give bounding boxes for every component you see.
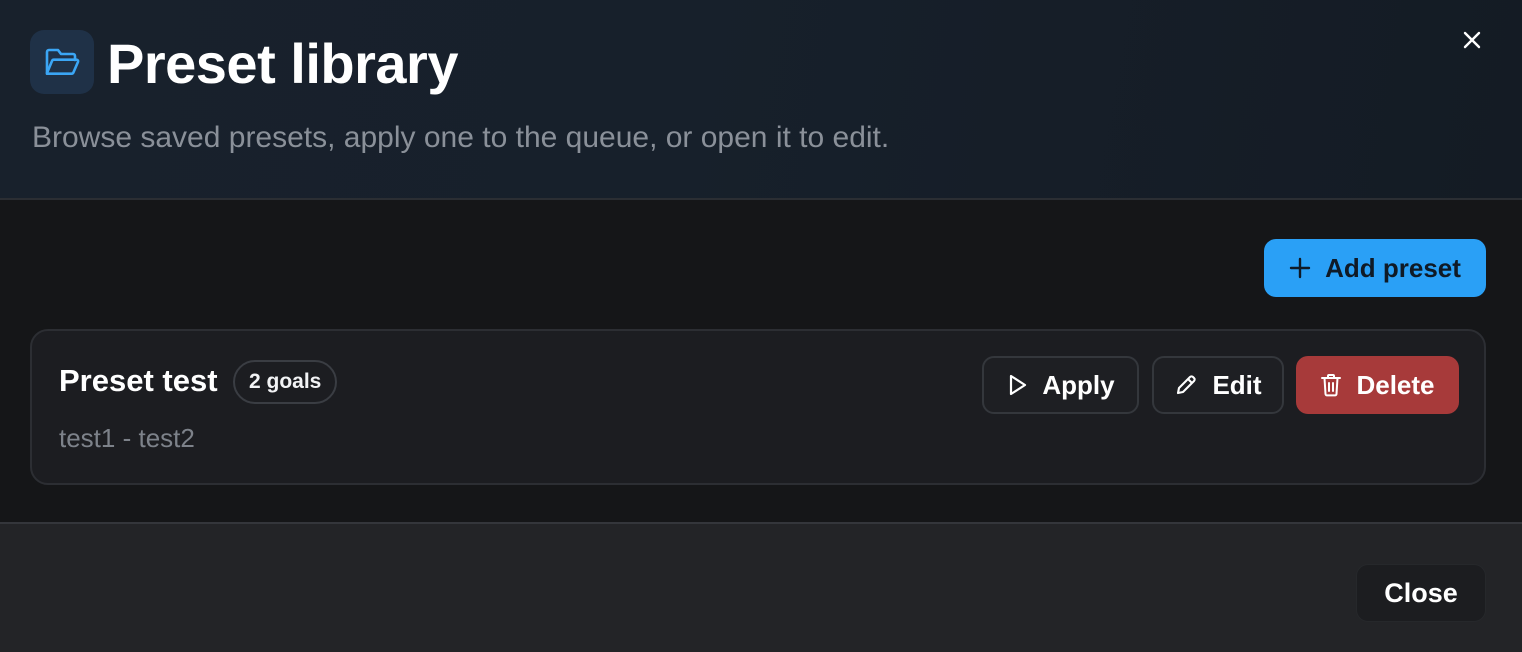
dialog-body: Add preset Preset test 2 goals test1 - t… [0,200,1522,522]
folder-open-icon [30,30,94,94]
apply-label: Apply [1042,369,1115,400]
edit-label: Edit [1212,369,1262,400]
preset-name: Preset test [59,363,218,398]
delete-button[interactable]: Delete [1296,356,1459,414]
preset-card: Preset test 2 goals test1 - test2 Apply … [30,329,1486,485]
apply-button[interactable]: Apply [982,356,1139,414]
preset-goals-list: test1 - test2 [59,423,195,453]
play-icon [1010,374,1027,396]
close-icon[interactable] [1456,24,1488,56]
goals-count-badge: 2 goals [233,360,338,404]
dialog-header: Preset library Browse saved presets, app… [0,0,1522,200]
dialog-title: Preset library [107,32,458,95]
pencil-icon [1177,375,1197,395]
trash-icon [1321,374,1342,397]
dialog-footer: Close [0,522,1522,652]
delete-label: Delete [1356,369,1435,400]
plus-icon [1289,257,1311,279]
add-preset-button[interactable]: Add preset [1264,239,1486,297]
preset-library-dialog: Preset library Browse saved presets, app… [0,0,1522,652]
add-preset-label: Add preset [1325,252,1461,283]
dialog-subtitle: Browse saved presets, apply one to the q… [32,121,890,154]
close-button[interactable]: Close [1356,564,1486,622]
edit-button[interactable]: Edit [1152,356,1284,414]
